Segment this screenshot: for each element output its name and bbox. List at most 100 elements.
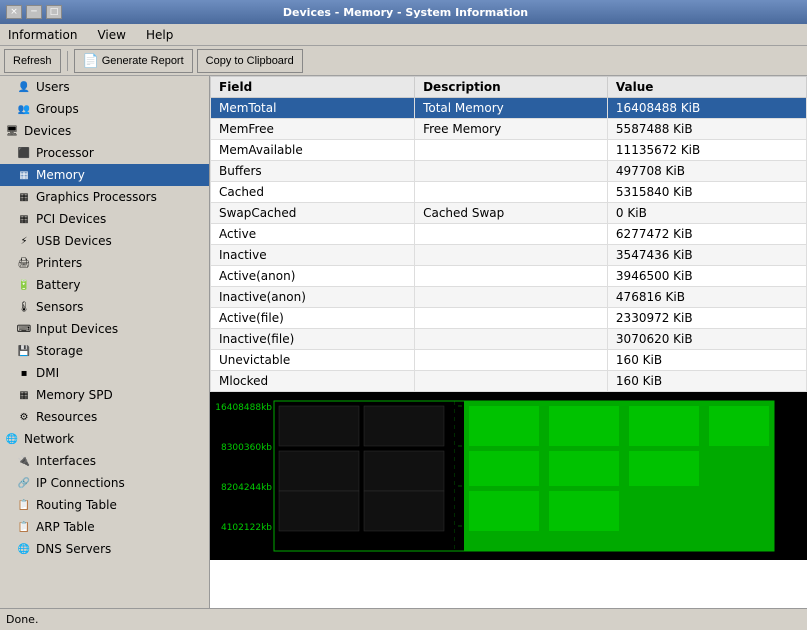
sidebar-item-ipconn[interactable]: 🔗 IP Connections (0, 472, 209, 494)
cell-field: Cached (211, 182, 415, 203)
table-row[interactable]: MemFree Free Memory 5587488 KiB (211, 119, 807, 140)
interfaces-icon: 🔌 (16, 453, 32, 469)
cell-value: 5587488 KiB (607, 119, 806, 140)
sidebar-label-printers: Printers (36, 256, 82, 270)
devices-icon: 🖥 (4, 123, 20, 139)
svg-text:8300360kb: 8300360kb (221, 443, 272, 453)
cell-field: Active(anon) (211, 266, 415, 287)
cell-description (415, 308, 608, 329)
table-row[interactable]: Inactive(file) 3070620 KiB (211, 329, 807, 350)
sidebar-item-input[interactable]: ⌨ Input Devices (0, 318, 209, 340)
sidebar-label-resources: Resources (36, 410, 97, 424)
sidebar-label-battery: Battery (36, 278, 80, 292)
table-row[interactable]: Buffers 497708 KiB (211, 161, 807, 182)
sidebar-item-memspd[interactable]: ▦ Memory SPD (0, 384, 209, 406)
cell-description (415, 266, 608, 287)
sidebar-item-arp[interactable]: 📋 ARP Table (0, 516, 209, 538)
sidebar-item-graphics[interactable]: ▦ Graphics Processors (0, 186, 209, 208)
cell-value: 6277472 KiB (607, 224, 806, 245)
copy-clipboard-button[interactable]: Copy to Clipboard (197, 49, 303, 73)
cell-field: Inactive (211, 245, 415, 266)
svg-text:16408488kb: 16408488kb (215, 403, 272, 413)
storage-icon: 💾 (16, 343, 32, 359)
sidebar-item-usb[interactable]: ⚡ USB Devices (0, 230, 209, 252)
groups-icon: 👥 (16, 101, 32, 117)
sidebar-item-groups[interactable]: 👥 Groups (0, 98, 209, 120)
menu-view[interactable]: View (93, 27, 129, 43)
sidebar-item-sensors[interactable]: 🌡 Sensors (0, 296, 209, 318)
maximize-btn[interactable]: □ (46, 5, 62, 19)
cell-value: 160 KiB (607, 350, 806, 371)
cell-value: 3547436 KiB (607, 245, 806, 266)
table-row[interactable]: Mlocked 160 KiB (211, 371, 807, 392)
sidebar-item-pci[interactable]: ▦ PCI Devices (0, 208, 209, 230)
cell-field: Active(file) (211, 308, 415, 329)
network-icon: 🌐 (4, 431, 20, 447)
sidebar-item-battery[interactable]: 🔋 Battery (0, 274, 209, 296)
toolbar: Refresh 📄 Generate Report Copy to Clipbo… (0, 46, 807, 76)
table-row[interactable]: Active 6277472 KiB (211, 224, 807, 245)
cell-value: 160 KiB (607, 371, 806, 392)
sidebar-item-interfaces[interactable]: 🔌 Interfaces (0, 450, 209, 472)
cell-description (415, 350, 608, 371)
cell-field: SwapCached (211, 203, 415, 224)
table-row[interactable]: Active(file) 2330972 KiB (211, 308, 807, 329)
resources-icon: ⚙ (16, 409, 32, 425)
table-row[interactable]: MemAvailable 11135672 KiB (211, 140, 807, 161)
cell-description (415, 224, 608, 245)
table-row[interactable]: Active(anon) 3946500 KiB (211, 266, 807, 287)
cell-value: 476816 KiB (607, 287, 806, 308)
cell-value: 5315840 KiB (607, 182, 806, 203)
window-controls[interactable]: × ─ □ (6, 5, 62, 19)
cell-field: Mlocked (211, 371, 415, 392)
menu-information[interactable]: Information (4, 27, 81, 43)
sidebar-label-memory: Memory (36, 168, 85, 182)
sidebar-item-routing[interactable]: 📋 Routing Table (0, 494, 209, 516)
cell-description (415, 245, 608, 266)
cell-description (415, 371, 608, 392)
sidebar-label-interfaces: Interfaces (36, 454, 96, 468)
sidebar-label-dmi: DMI (36, 366, 59, 380)
minimize-btn[interactable]: ─ (26, 5, 42, 19)
pci-icon: ▦ (16, 211, 32, 227)
status-text: Done. (6, 613, 38, 626)
sidebar-item-processor[interactable]: ⬛ Processor (0, 142, 209, 164)
table-row[interactable]: Inactive 3547436 KiB (211, 245, 807, 266)
table-row[interactable]: MemTotal Total Memory 16408488 KiB (211, 98, 807, 119)
menu-bar: Information View Help (0, 24, 807, 46)
sidebar-item-dmi[interactable]: ▪ DMI (0, 362, 209, 384)
menu-help[interactable]: Help (142, 27, 177, 43)
sidebar-item-printers[interactable]: 🖨 Printers (0, 252, 209, 274)
refresh-button[interactable]: Refresh (4, 49, 61, 73)
table-row[interactable]: SwapCached Cached Swap 0 KiB (211, 203, 807, 224)
table-row[interactable]: Unevictable 160 KiB (211, 350, 807, 371)
sidebar-label-storage: Storage (36, 344, 83, 358)
sidebar-item-network[interactable]: 🌐 Network (0, 428, 209, 450)
sidebar-label-arp: ARP Table (36, 520, 95, 534)
sidebar-item-users[interactable]: 👤 Users (0, 76, 209, 98)
table-row[interactable]: Cached 5315840 KiB (211, 182, 807, 203)
sidebar-label-graphics: Graphics Processors (36, 190, 157, 204)
sidebar-label-sensors: Sensors (36, 300, 83, 314)
memory-chart: 16408488kb 8300360kb 8204244kb 4102122kb (210, 392, 807, 560)
cell-value: 11135672 KiB (607, 140, 806, 161)
cell-value: 3070620 KiB (607, 329, 806, 350)
cell-description (415, 329, 608, 350)
cell-description (415, 182, 608, 203)
close-btn[interactable]: × (6, 5, 22, 19)
input-icon: ⌨ (16, 321, 32, 337)
cell-field: Inactive(anon) (211, 287, 415, 308)
cell-description (415, 287, 608, 308)
memspd-icon: ▦ (16, 387, 32, 403)
sidebar-item-storage[interactable]: 💾 Storage (0, 340, 209, 362)
generate-report-button[interactable]: 📄 Generate Report (74, 49, 193, 73)
content-area: Field Description Value MemTotal Total M… (210, 76, 807, 608)
sidebar-item-dns[interactable]: 🌐 DNS Servers (0, 538, 209, 560)
sidebar-item-memory[interactable]: ▦ Memory (0, 164, 209, 186)
sidebar-item-resources[interactable]: ⚙ Resources (0, 406, 209, 428)
sidebar-item-devices[interactable]: 🖥 Devices (0, 120, 209, 142)
cell-description (415, 161, 608, 182)
table-row[interactable]: Inactive(anon) 476816 KiB (211, 287, 807, 308)
cell-value: 3946500 KiB (607, 266, 806, 287)
window-title: Devices - Memory - System Information (283, 6, 528, 19)
